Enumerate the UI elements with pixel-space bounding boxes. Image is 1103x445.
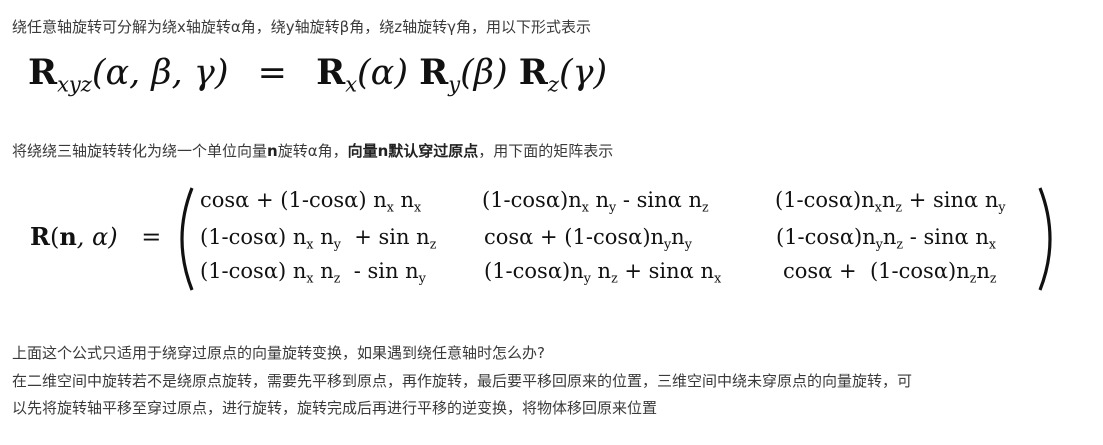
matrix-cell-r3c1: (1-cosα) nx nz - sin ny	[200, 259, 426, 286]
equals-sign: =	[141, 223, 162, 251]
matrix-cell-r2c3: (1-cosα)nynz - sinα nx	[776, 225, 996, 252]
left-matrix-bracket	[180, 187, 194, 291]
matrix-cell-r1c1: cosα + (1-cosα) nx nx	[200, 188, 422, 215]
explanation-line-2: 以先将旋转轴平移至穿过原点，进行旋转，旋转完成后再进行平移的逆变换，将物体移回原…	[12, 399, 658, 417]
explanation-line-1: 在二维空间中旋转若不是绕原点旋转，需要先平移到原点，再作旋转，最后要平移回原来的…	[12, 372, 913, 390]
open-paren: (	[49, 223, 60, 251]
matrix-cell-r3c3: cosα + (1-cosα)nznz	[783, 259, 997, 286]
right-matrix-bracket	[1038, 187, 1052, 291]
matrix-cell-r2c1: (1-cosα) nx ny + sin nz	[200, 225, 437, 252]
matrix-lhs: R(n, α) =	[30, 222, 161, 251]
vector-n: n	[59, 222, 77, 251]
matrix-cell-r2c2: cosα + (1-cosα)nyny	[484, 225, 692, 252]
question-text: 上面这个公式只适用于绕穿过原点的向量旋转变换，如果遇到绕任意轴时怎么办?	[12, 344, 545, 362]
matrix-cell-r3c2: (1-cosα)ny nz + sinα nx	[484, 259, 722, 286]
formula-arguments: , α)	[76, 223, 118, 251]
rotation-matrix-symbol: R	[30, 222, 50, 251]
matrix-cell-r1c2: (1-cosα)nx ny - sinα nz	[482, 188, 709, 215]
matrix-cell-r1c3: (1-cosα)nxnz + sinα ny	[775, 188, 1006, 215]
